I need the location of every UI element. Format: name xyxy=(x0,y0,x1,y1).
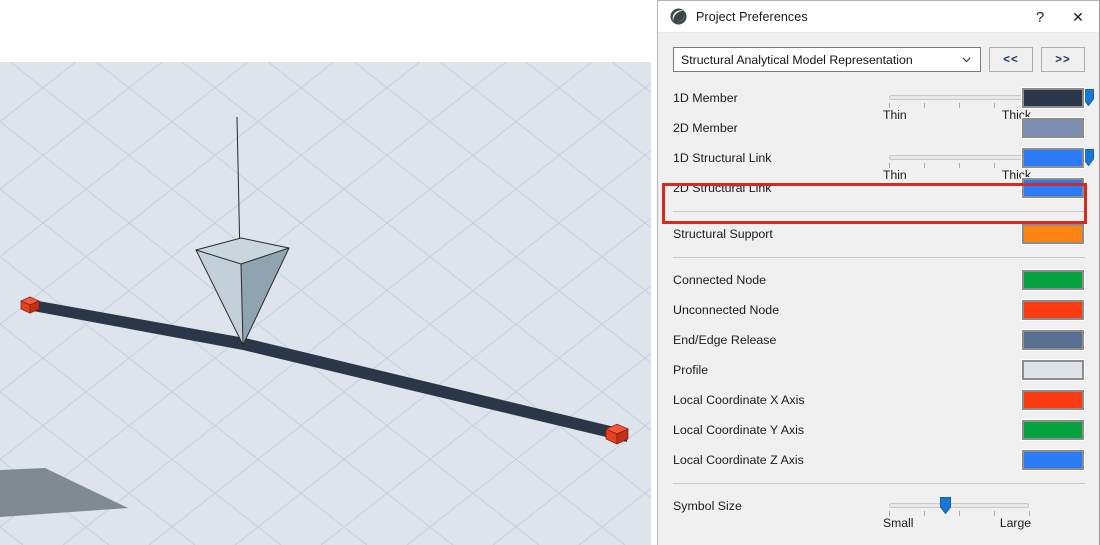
property-row: 1D Structural Link Thin Thick xyxy=(673,143,1094,182)
color-swatch[interactable] xyxy=(1021,389,1085,411)
slider-thumb[interactable] xyxy=(939,497,951,515)
property-label: 2D Member xyxy=(673,121,738,135)
preference-scheme-dropdown[interactable]: Structural Analytical Model Representati… xyxy=(673,47,981,72)
property-label: 2D Structural Link xyxy=(673,181,772,195)
property-row: Local Coordinate X Axis xyxy=(673,385,1085,415)
slider-min-label: Small xyxy=(883,516,914,530)
property-row: Structural Support xyxy=(673,219,1085,249)
color-swatch[interactable] xyxy=(1021,449,1085,471)
color-swatch-fill xyxy=(1023,421,1083,439)
next-scheme-button[interactable]: >> xyxy=(1041,47,1085,72)
3d-viewport[interactable] xyxy=(0,0,651,545)
color-swatch-fill xyxy=(1023,149,1083,167)
property-label: Profile xyxy=(673,363,709,377)
symbol-size-row: Symbol Size Small Large xyxy=(673,491,1085,530)
symbol-size-slider[interactable]: Small Large xyxy=(883,496,1031,530)
property-label: Local Coordinate Y Axis xyxy=(673,423,805,437)
color-swatch[interactable] xyxy=(1021,329,1085,351)
property-row: 2D Member xyxy=(673,113,1085,143)
property-row: End/Edge Release xyxy=(673,325,1085,355)
color-swatch[interactable] xyxy=(1021,177,1085,199)
color-swatch[interactable] xyxy=(1021,147,1085,169)
color-swatch-fill xyxy=(1023,331,1083,349)
color-swatch-fill xyxy=(1023,179,1083,197)
property-label: Connected Node xyxy=(673,273,766,287)
close-button[interactable]: ✕ xyxy=(1057,1,1099,33)
property-label: Unconnected Node xyxy=(673,303,780,317)
color-swatch-fill xyxy=(1023,301,1083,319)
property-row: Local Coordinate Y Axis xyxy=(673,415,1085,445)
symbol-size-label: Symbol Size xyxy=(673,499,742,513)
property-row: 2D Structural Link xyxy=(673,173,1085,203)
previous-scheme-button[interactable]: << xyxy=(989,47,1033,72)
color-swatch[interactable] xyxy=(1021,299,1085,321)
section-divider xyxy=(673,257,1085,258)
color-swatch[interactable] xyxy=(1021,117,1085,139)
color-swatch-fill xyxy=(1023,451,1083,469)
color-swatch[interactable] xyxy=(1021,419,1085,441)
property-label: Local Coordinate X Axis xyxy=(673,393,805,407)
property-label: End/Edge Release xyxy=(673,333,777,347)
help-button[interactable]: ? xyxy=(1023,1,1057,33)
section-divider xyxy=(673,483,1085,484)
slider-track[interactable] xyxy=(889,95,1029,100)
color-swatch-fill xyxy=(1023,225,1083,243)
section-divider xyxy=(673,211,1085,212)
representation-property-list: 1D Member Thin Thick 2D Member 1D Structural… xyxy=(658,83,1099,530)
property-label: Local Coordinate Z Axis xyxy=(673,453,804,467)
project-preferences-dialog: Project Preferences ? ✕ Structural Analy… xyxy=(657,0,1100,545)
property-label: 1D Structural Link xyxy=(673,151,772,165)
slider-endpoint-labels: Small Large xyxy=(883,516,1031,530)
chevron-down-icon xyxy=(962,56,971,62)
dialog-titlebar[interactable]: Project Preferences ? ✕ xyxy=(658,1,1099,33)
property-row: Connected Node xyxy=(673,265,1085,295)
color-swatch-fill xyxy=(1023,119,1083,137)
color-swatch[interactable] xyxy=(1021,359,1085,381)
viewport-model xyxy=(0,116,629,517)
titlebar-buttons: ? ✕ xyxy=(1023,1,1099,32)
property-label: Structural Support xyxy=(673,227,773,241)
property-row: Profile xyxy=(673,355,1085,385)
color-swatch[interactable] xyxy=(1021,269,1085,291)
property-row: Local Coordinate Z Axis xyxy=(673,445,1085,475)
color-swatch-fill xyxy=(1023,361,1083,379)
slider-track[interactable] xyxy=(889,155,1029,160)
color-swatch-fill xyxy=(1023,391,1083,409)
preference-selector-row: Structural Analytical Model Representati… xyxy=(658,33,1099,83)
color-swatch-fill xyxy=(1023,89,1083,107)
color-swatch[interactable] xyxy=(1021,223,1085,245)
color-swatch-fill xyxy=(1023,271,1083,289)
color-swatch[interactable] xyxy=(1021,87,1085,109)
property-row: Unconnected Node xyxy=(673,295,1085,325)
dialog-title: Project Preferences xyxy=(696,9,808,24)
property-row: 1D Member Thin Thick xyxy=(673,83,1094,122)
preference-scheme-value: Structural Analytical Model Representati… xyxy=(681,52,913,67)
slider-track[interactable] xyxy=(889,503,1029,508)
app-logo-icon xyxy=(670,8,687,25)
slider-max-label: Large xyxy=(999,516,1031,530)
property-label: 1D Member xyxy=(673,91,738,105)
